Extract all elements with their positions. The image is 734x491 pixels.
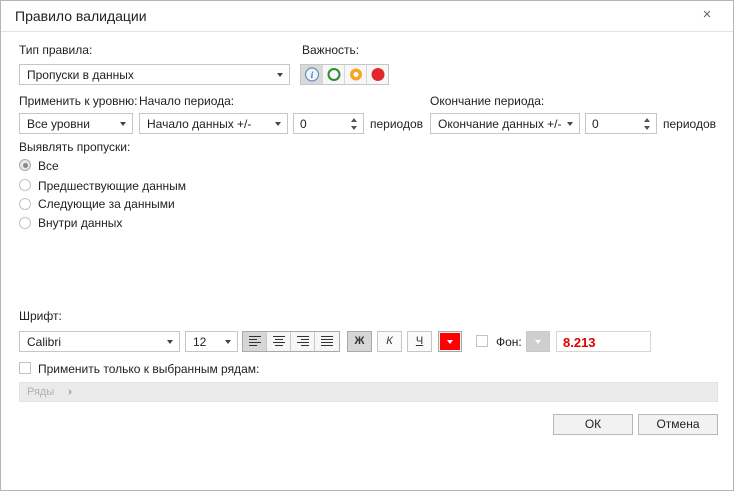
- underline-button[interactable]: Ч: [407, 331, 432, 352]
- align-right-icon: [297, 336, 309, 346]
- period-start-select[interactable]: Начало данных +/-: [139, 113, 288, 134]
- chevron-down-icon: [275, 122, 281, 126]
- importance-label: Важность:: [302, 43, 360, 57]
- radio-all-label[interactable]: Все: [38, 159, 59, 173]
- spin-down-icon[interactable]: [351, 126, 357, 130]
- spin-up-icon[interactable]: [351, 118, 357, 122]
- rule-type-value: Пропуски в данных: [27, 68, 134, 82]
- red-circle-icon: [371, 68, 385, 81]
- font-label: Шрифт:: [19, 309, 62, 323]
- rule-type-select[interactable]: Пропуски в данных: [19, 64, 290, 85]
- period-start-label: Начало периода:: [139, 94, 235, 108]
- apply-rows-label: Применить только к выбранным рядам:: [38, 362, 260, 376]
- importance-low-button[interactable]: [323, 65, 345, 84]
- chevron-down-icon: [277, 73, 283, 77]
- italic-button[interactable]: К: [377, 331, 402, 352]
- level-select[interactable]: Все уровни: [19, 113, 133, 134]
- radio-inside-data[interactable]: [19, 217, 31, 229]
- validation-rule-dialog: Правило валидации × Тип правила: Пропуск…: [0, 0, 734, 491]
- chevron-down-icon: [535, 340, 541, 344]
- radio-before-data[interactable]: [19, 179, 31, 191]
- period-start-unit: периодов: [370, 117, 424, 131]
- radio-before-data-label[interactable]: Предшествующие данным: [38, 179, 186, 193]
- info-icon: i: [304, 67, 320, 82]
- cancel-button[interactable]: Отмена: [638, 414, 718, 435]
- title-bar: Правило валидации ×: [1, 1, 733, 32]
- align-justify-button[interactable]: [315, 332, 339, 351]
- font-color-picker[interactable]: [438, 331, 462, 352]
- chevron-down-icon: [120, 122, 126, 126]
- spin-down-icon[interactable]: [644, 126, 650, 130]
- chevron-right-icon: [69, 389, 72, 395]
- importance-medium-button[interactable]: [345, 65, 367, 84]
- spin-up-icon[interactable]: [644, 118, 650, 122]
- chevron-down-icon: [225, 340, 231, 344]
- importance-selector: i: [300, 64, 389, 85]
- period-end-select[interactable]: Окончание данных +/-: [430, 113, 580, 134]
- radio-all[interactable]: [19, 159, 31, 171]
- align-center-button[interactable]: [267, 332, 291, 351]
- bold-button[interactable]: Ж: [347, 331, 372, 352]
- period-end-unit: периодов: [663, 117, 717, 131]
- level-value: Все уровни: [27, 117, 90, 131]
- period-start-offset-value: 0: [300, 117, 307, 131]
- font-preview: 8.213: [556, 331, 651, 352]
- period-end-label: Окончание периода:: [430, 94, 545, 108]
- radio-inside-data-label[interactable]: Внутри данных: [38, 216, 122, 230]
- font-color-swatch: [440, 333, 460, 350]
- align-right-button[interactable]: [291, 332, 315, 351]
- radio-after-data-label[interactable]: Следующие за данными: [38, 197, 175, 211]
- font-family-select[interactable]: Calibri: [19, 331, 180, 352]
- background-checkbox[interactable]: [476, 335, 488, 347]
- orange-circle-icon: [350, 68, 362, 81]
- font-size-value: 12: [193, 335, 207, 349]
- dialog-title: Правило валидации: [15, 8, 147, 24]
- period-end-offset-stepper[interactable]: 0: [585, 113, 657, 134]
- level-label: Применить к уровню:: [19, 94, 138, 108]
- chevron-down-icon: [567, 122, 573, 126]
- green-circle-icon: [327, 68, 341, 81]
- period-end-offset-value: 0: [592, 117, 599, 131]
- rows-placeholder: Ряды: [27, 386, 55, 398]
- ok-button[interactable]: ОК: [553, 414, 633, 435]
- align-left-button[interactable]: [243, 332, 267, 351]
- chevron-down-icon: [167, 340, 173, 344]
- align-left-icon: [249, 336, 261, 346]
- apply-rows-checkbox[interactable]: [19, 362, 31, 374]
- rule-type-label: Тип правила:: [19, 43, 93, 57]
- font-preview-text: 8.213: [563, 335, 596, 350]
- rows-selector[interactable]: Ряды: [19, 382, 718, 402]
- detect-gaps-label: Выявлять пропуски:: [19, 140, 131, 154]
- font-size-select[interactable]: 12: [185, 331, 238, 352]
- font-family-value: Calibri: [27, 335, 62, 349]
- background-label: Фон:: [496, 335, 522, 349]
- importance-info-button[interactable]: i: [301, 65, 323, 84]
- period-start-offset-stepper[interactable]: 0: [293, 113, 364, 134]
- radio-after-data[interactable]: [19, 198, 31, 210]
- period-start-value: Начало данных +/-: [147, 117, 252, 131]
- align-justify-icon: [321, 336, 333, 346]
- close-icon[interactable]: ×: [699, 7, 715, 23]
- chevron-down-icon: [447, 340, 453, 344]
- background-color-picker[interactable]: [526, 331, 550, 352]
- importance-high-button[interactable]: [367, 65, 389, 84]
- text-align-group: [242, 331, 340, 352]
- period-end-value: Окончание данных +/-: [438, 117, 562, 131]
- align-center-icon: [273, 336, 285, 346]
